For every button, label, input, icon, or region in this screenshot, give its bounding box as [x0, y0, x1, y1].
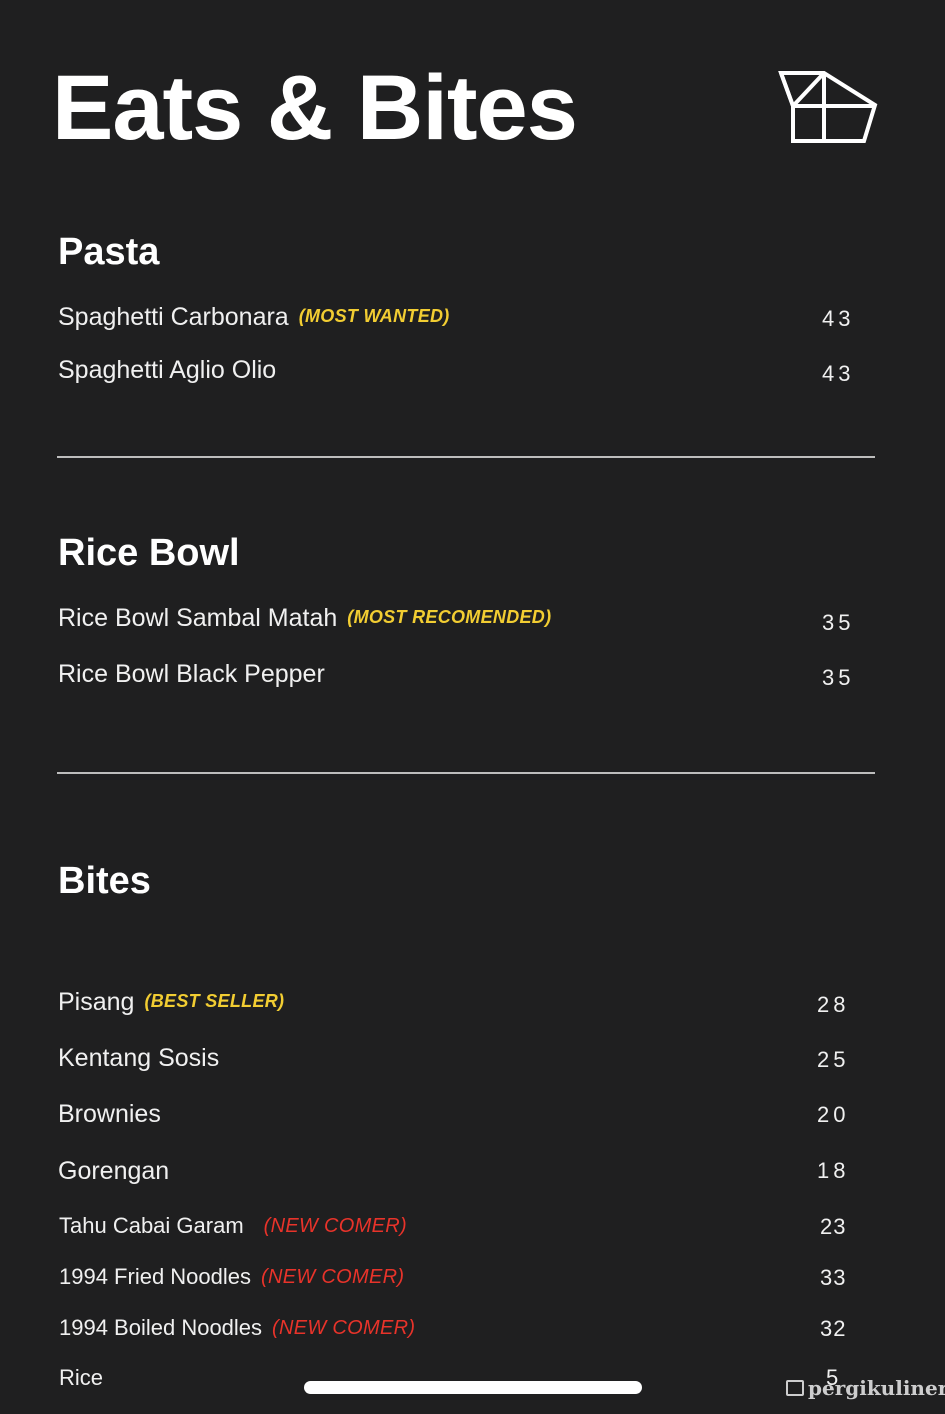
item-label: 1994 Boiled Noodles	[59, 1315, 263, 1340]
watermark-text: pergikuliner	[808, 1376, 945, 1400]
item-tag: (NEW COMER)	[263, 1215, 407, 1237]
section-title-pasta: Pasta	[58, 231, 160, 273]
item-tag: (MOST WANTED)	[298, 306, 450, 326]
house-pentagon-logo-icon	[778, 71, 878, 143]
item-price: 32	[820, 1316, 847, 1341]
home-indicator-bar[interactable]	[304, 1381, 642, 1394]
item-price: 25	[817, 1047, 850, 1072]
item-label: Rice	[59, 1365, 104, 1390]
item-label: Gorengan	[58, 1157, 170, 1185]
item-price: 43	[822, 361, 855, 386]
item-tag: (MOST RECOMENDED)	[347, 607, 552, 627]
item-label: Tahu Cabai Garam	[59, 1213, 244, 1238]
section-divider	[57, 772, 875, 774]
menu-item-name: Rice Bowl Sambal Matah (MOST RECOMENDED)	[58, 606, 551, 631]
watermark: pergikuliner	[786, 1376, 945, 1400]
page-title: Eats & Bites	[52, 57, 578, 159]
item-price: 20	[817, 1102, 850, 1127]
menu-item-name: Rice Bowl Black Pepper	[58, 662, 325, 687]
item-price: 23	[820, 1214, 847, 1239]
item-label: Pisang	[58, 988, 135, 1016]
item-tag: (NEW COMER)	[272, 1317, 416, 1339]
item-price: 33	[820, 1265, 847, 1290]
item-label: Spaghetti Carbonara	[58, 303, 289, 331]
item-label: 1994 Fried Noodles	[59, 1264, 252, 1289]
menu-item-name: Gorengan	[58, 1159, 169, 1184]
section-divider	[57, 456, 875, 458]
item-price: 35	[822, 665, 855, 690]
item-label: Brownies	[58, 1100, 161, 1128]
item-label: Rice Bowl Black Pepper	[58, 660, 325, 688]
menu-item-name: Pisang (BEST SELLER)	[58, 990, 284, 1015]
item-price: 43	[822, 306, 855, 331]
menu-item-name: 1994 Boiled Noodles (NEW COMER)	[59, 1317, 415, 1339]
section-title-bites: Bites	[58, 860, 151, 902]
item-price: 18	[817, 1158, 850, 1183]
item-label: Kentang Sosis	[58, 1044, 220, 1072]
camera-icon	[786, 1380, 804, 1396]
menu-item-name: Rice	[59, 1367, 103, 1389]
menu-item-name: Tahu Cabai Garam (NEW COMER)	[59, 1215, 407, 1237]
item-label: Rice Bowl Sambal Matah	[58, 604, 338, 632]
item-price: 28	[817, 992, 850, 1017]
item-price: 35	[822, 610, 855, 635]
menu-item-name: Brownies	[58, 1102, 161, 1127]
section-title-rice-bowl: Rice Bowl	[58, 532, 240, 574]
menu-item-name: Kentang Sosis	[58, 1046, 219, 1071]
item-tag: (NEW COMER)	[261, 1266, 405, 1288]
item-label: Spaghetti Aglio Olio	[58, 356, 277, 384]
item-tag: (BEST SELLER)	[144, 991, 285, 1011]
menu-item-name: Spaghetti Aglio Olio	[58, 358, 276, 383]
menu-item-name: Spaghetti Carbonara (MOST WANTED)	[58, 305, 450, 330]
menu-item-name: 1994 Fried Noodles (NEW COMER)	[59, 1266, 404, 1288]
